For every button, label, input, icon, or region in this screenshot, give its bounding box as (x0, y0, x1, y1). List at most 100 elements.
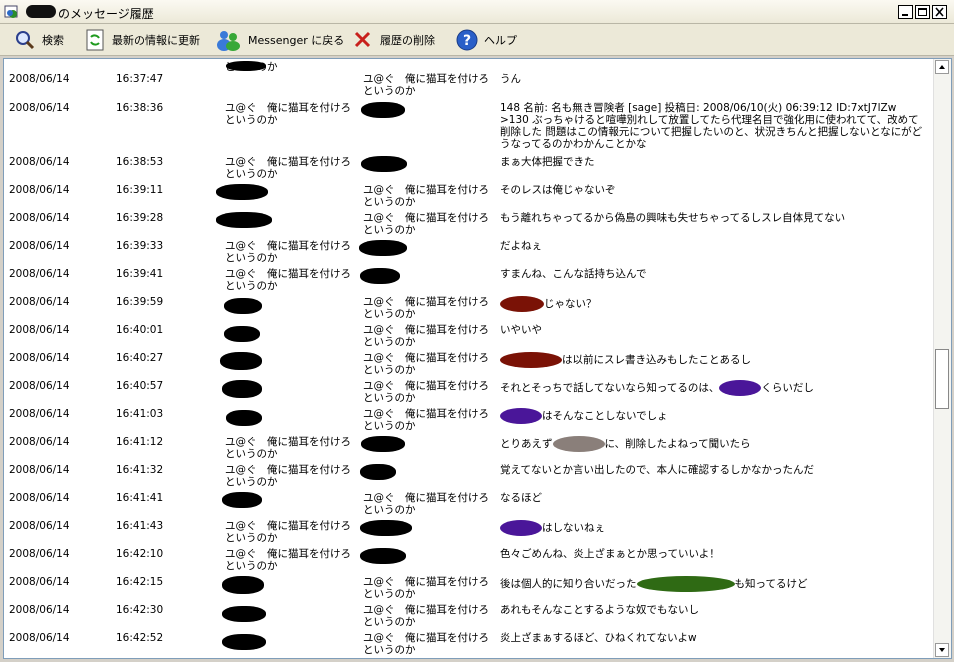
message-text-part: に、削除したよねって聞いたら (604, 438, 751, 450)
history-row[interactable]: 2008/06/14 16:38:53 ユ@ぐ 俺に猫耳を付けろというのか まぁ大体把… (4, 156, 934, 184)
redacted-name (359, 240, 407, 256)
message-date: 2008/06/14 (9, 604, 70, 616)
message-text-part: 炎上ざまぁするほど、ひねくれてないよw (500, 632, 697, 644)
message-text-part: 148 名前: 名も無き冒険者 [sage] 投稿日: 2008/06/10(火… (500, 102, 923, 150)
message-date: 2008/06/14 (9, 102, 70, 114)
redacted-name (216, 184, 268, 200)
history-row[interactable]: 2008/06/14 16:41:32 ユ@ぐ 俺に猫耳を付けろというのか 覚えてない… (4, 464, 934, 492)
message-text: 炎上ざまぁするほど、ひねくれてないよw (500, 632, 925, 644)
search-button[interactable]: 検索 (14, 27, 64, 53)
message-date: 2008/06/14 (9, 380, 70, 392)
history-row[interactable]: 2008/06/14 16:41:43 ユ@ぐ 俺に猫耳を付けろというのか はしないね… (4, 520, 934, 548)
message-text: うん (500, 73, 925, 85)
history-row[interactable]: 2008/06/14 16:39:11 ユ@ぐ 俺に猫耳を付けろというのか そのレスは… (4, 184, 934, 212)
message-text: すまんね、こんな話持ち込んで (500, 268, 925, 280)
redacted-name (220, 352, 262, 370)
recipient-name: ユ@ぐ 俺に猫耳を付けろというのか (363, 352, 489, 376)
vertical-scrollbar[interactable] (933, 59, 951, 658)
message-time: 16:41:12 (116, 436, 164, 448)
message-text-part: いやいや (500, 324, 542, 336)
redacted-contact-name (26, 5, 56, 18)
message-date: 2008/06/14 (9, 296, 70, 308)
history-row[interactable]: 2008/06/14 16:42:10 ユ@ぐ 俺に猫耳を付けろというのか 色々ごめん… (4, 548, 934, 576)
delete-icon (352, 29, 374, 51)
message-text-part: 覚えてないとか言い出したので、本人に確認するしかなかったんだ (500, 464, 815, 476)
back-to-messenger-button[interactable]: Messenger に戻る (216, 27, 344, 53)
messenger-label: Messenger に戻る (248, 34, 345, 47)
message-text-part: も知ってるけど (734, 578, 808, 590)
redacted-inline-name (500, 408, 542, 424)
recipient-name: ユ@ぐ 俺に猫耳を付けろというのか (363, 324, 489, 348)
message-text: 148 名前: 名も無き冒険者 [sage] 投稿日: 2008/06/10(火… (500, 102, 925, 150)
minimize-button[interactable] (898, 5, 913, 19)
recipient-name: ユ@ぐ 俺に猫耳を付けろというのか (363, 73, 489, 97)
history-row[interactable]: 2008/06/14 16:39:59 ユ@ぐ 俺に猫耳を付けろというのか じゃない？ (4, 296, 934, 324)
history-row[interactable]: 2008/06/14 16:39:41 ユ@ぐ 俺に猫耳を付けろというのか すまんね、… (4, 268, 934, 296)
history-row[interactable]: 2008/06/14 16:42:15 ユ@ぐ 俺に猫耳を付けろというのか 後は個人的… (4, 576, 934, 604)
recipient-name: ユ@ぐ 俺に猫耳を付けろというのか (363, 492, 489, 516)
message-date: 2008/06/14 (9, 184, 70, 196)
redacted-inline-name (500, 352, 562, 368)
message-text: もう離れちゃってるから偽島の興味も失せちゃってるしスレ自体見てない (500, 212, 925, 224)
delete-label: 履歴の削除 (380, 34, 435, 47)
history-row[interactable]: 2008/06/14 16:40:27 ユ@ぐ 俺に猫耳を付けろというのか は以前にス… (4, 352, 934, 380)
message-time: 16:39:28 (116, 212, 164, 224)
delete-history-button[interactable]: 履歴の削除 (352, 27, 435, 53)
sender-name: ユ@ぐ 俺に猫耳を付けろというのか (225, 268, 351, 292)
message-time: 16:39:59 (116, 296, 164, 308)
history-row[interactable]: 2008/06/14 16:41:41 ユ@ぐ 俺に猫耳を付けろというのか なるほど (4, 492, 934, 520)
message-text: じゃない？ (500, 296, 925, 312)
history-row[interactable]: 2008/06/14 16:42:30 ユ@ぐ 俺に猫耳を付けろというのか あれもそん… (4, 604, 934, 632)
redacted-name (360, 520, 412, 536)
redacted-name (224, 298, 262, 314)
message-text-part: すまんね、こんな話持ち込んで (500, 268, 647, 280)
history-row[interactable]: 2008/06/14 16:39:33 ユ@ぐ 俺に猫耳を付けろというのか だよねぇ (4, 240, 934, 268)
history-row[interactable]: 2008/06/14 16:41:03 ユ@ぐ 俺に猫耳を付けろというのか はそんなこ… (4, 408, 934, 436)
message-text-part: 色々ごめんね、炎上ざまぁとか思っていいよ！ (500, 548, 720, 560)
message-text-part: じゃない？ (544, 298, 597, 310)
message-text-part: とりあえず (500, 438, 553, 450)
redacted-name (360, 548, 406, 564)
search-label: 検索 (42, 34, 64, 47)
history-row[interactable]: 2008/06/14 16:42:52 ユ@ぐ 俺に猫耳を付けろというのか 炎上ざまぁ… (4, 632, 934, 658)
refresh-button[interactable]: 最新の情報に更新 (84, 27, 200, 53)
recipient-name: ユ@ぐ 俺に猫耳を付けろというのか (363, 408, 489, 432)
message-time: 16:42:30 (116, 604, 164, 616)
sender-name: ユ@ぐ 俺に猫耳を付けろというのか (225, 520, 351, 544)
history-row[interactable]: 2008/06/14 16:40:57 ユ@ぐ 俺に猫耳を付けろというのか それとそっ… (4, 380, 934, 408)
message-history-list[interactable]: 2008/06/1416:37:47ユ@ぐ 俺に猫耳を付けろというのかというのか… (3, 58, 952, 659)
toolbar: 検索 最新の情報に更新 Messenger に戻る 履歴の削除 ? ヘルプ (0, 24, 954, 56)
message-text: そのレスは俺じゃないぞ (500, 184, 925, 196)
maximize-button[interactable] (915, 5, 930, 19)
help-button[interactable]: ? ヘルプ (456, 27, 517, 53)
message-text: いやいや (500, 324, 925, 336)
message-text: とりあえず に、削除したよねって聞いたら (500, 436, 925, 452)
message-time: 16:41:43 (116, 520, 164, 532)
message-text-part: そのレスは俺じゃないぞ (500, 184, 616, 196)
message-time: 16:41:32 (116, 464, 164, 476)
history-row[interactable]: 2008/06/14 16:40:01 ユ@ぐ 俺に猫耳を付けろというのか いやいや (4, 324, 934, 352)
redacted-inline-name (500, 520, 542, 536)
message-date: 2008/06/14 (9, 268, 70, 280)
scroll-thumb[interactable] (935, 349, 949, 409)
message-date: 2008/06/14 (9, 240, 70, 252)
message-text-part: は以前にスレ書き込みもしたことあるし (562, 354, 751, 366)
sender-name: ユ@ぐ 俺に猫耳を付けろというのか (225, 436, 351, 460)
history-row[interactable]: 2008/06/1416:37:47ユ@ぐ 俺に猫耳を付けろというのかというのか… (4, 61, 934, 101)
redacted-name (222, 634, 266, 650)
recipient-name: ユ@ぐ 俺に猫耳を付けろというのか (363, 296, 489, 320)
message-text: はそんなことしないでしょ (500, 408, 925, 424)
message-text-part: あれもそんなことするような奴でもないし (500, 604, 699, 616)
history-row[interactable]: 2008/06/14 16:41:12 ユ@ぐ 俺に猫耳を付けろというのか とりあえず… (4, 436, 934, 464)
history-row[interactable]: 2008/06/14 16:38:36 ユ@ぐ 俺に猫耳を付けろというのか 148 名… (4, 102, 934, 156)
scroll-up-button[interactable] (935, 60, 949, 74)
messenger-app-icon (4, 4, 20, 20)
message-time: 16:37:47 (116, 73, 164, 85)
close-button[interactable] (932, 5, 947, 19)
recipient-name: ユ@ぐ 俺に猫耳を付けろというのか (363, 576, 489, 600)
sender-name: ユ@ぐ 俺に猫耳を付けろというのか (225, 102, 351, 126)
redacted-name (224, 326, 260, 342)
history-row[interactable]: 2008/06/14 16:39:28 ユ@ぐ 俺に猫耳を付けろというのか もう離れち… (4, 212, 934, 240)
scroll-down-button[interactable] (935, 643, 949, 657)
redacted-inline-name (636, 576, 735, 592)
